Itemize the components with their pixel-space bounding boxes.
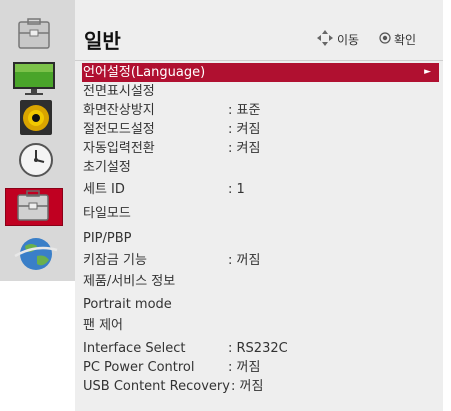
- menu-item-key-lock[interactable]: 키잠금 기능 : 꺼짐: [82, 251, 439, 270]
- menu-item-label: 전면표시설정: [83, 84, 155, 99]
- menu-item-usb-content-recovery[interactable]: USB Content Recovery : 꺼짐: [82, 377, 439, 396]
- sidebar-item-picture[interactable]: [7, 60, 63, 96]
- move-hint: 이동: [337, 33, 360, 47]
- menu-item-value: : 표준: [228, 103, 261, 118]
- menu-item-label: 자동입력전환: [83, 141, 155, 156]
- menu-item-value: : 꺼짐: [228, 360, 261, 375]
- menu-item-label: PC Power Control: [83, 360, 195, 375]
- menu-item-label: 세트 ID: [83, 182, 125, 197]
- menu-item-value: : 켜짐: [228, 122, 261, 137]
- clock-icon: [19, 143, 53, 177]
- menu-item-screen-protection[interactable]: 화면잔상방지 : 표준: [82, 101, 439, 120]
- sidebar-item-audio[interactable]: [7, 100, 63, 136]
- menu-item-front-display[interactable]: 전면표시설정: [82, 82, 439, 101]
- speaker-icon: [20, 100, 52, 135]
- menu-item-label: 절전모드설정: [83, 122, 155, 137]
- submenu-arrow-icon: ►: [424, 67, 431, 77]
- menu-item-product-info[interactable]: 제품/서비스 정보: [82, 272, 439, 291]
- toolbox-icon: [17, 190, 49, 221]
- menu-item-set-id[interactable]: 세트 ID : 1: [82, 180, 439, 199]
- menu-item-value: : 1: [228, 182, 245, 197]
- category-sidebar: [0, 0, 76, 281]
- menu-item-label: 타일모드: [83, 206, 131, 221]
- panel-header: 일반 이동 확인: [75, 0, 443, 61]
- confirm-hint: 확인: [394, 33, 417, 47]
- menu-item-label: 초기설정: [83, 160, 131, 175]
- menu-item-reset[interactable]: 초기설정: [82, 158, 439, 177]
- menu-item-value: : RS232C: [228, 341, 288, 356]
- menu-item-value: : 꺼짐: [231, 379, 264, 394]
- menu-item-label: Interface Select: [83, 341, 186, 356]
- menu-item-value: : 꺼짐: [228, 253, 261, 268]
- sidebar-item-network[interactable]: [7, 236, 63, 272]
- menu-item-value: : 켜짐: [228, 141, 261, 156]
- sidebar-item-general[interactable]: [7, 18, 63, 54]
- ok-button-icon: [379, 32, 391, 44]
- menu-item-label: 팬 제어: [83, 318, 124, 333]
- menu-item-label: Portrait mode: [83, 297, 172, 312]
- sidebar-item-general-active[interactable]: [5, 188, 63, 226]
- menu-item-fan-control[interactable]: 팬 제어: [82, 316, 439, 335]
- general-settings-panel: 일반 이동 확인 언어설정(Language) ► 전면표시설정 화면잔상방지 …: [75, 0, 443, 411]
- sidebar-item-time[interactable]: [7, 142, 63, 178]
- menu-item-tile-mode[interactable]: 타일모드: [82, 204, 439, 223]
- menu-item-label: 언어설정(Language): [83, 65, 206, 80]
- monitor-icon: [13, 62, 55, 95]
- menu-item-auto-input[interactable]: 자동입력전환 : 켜짐: [82, 139, 439, 158]
- page-title: 일반: [84, 29, 121, 53]
- menu-item-interface-select[interactable]: Interface Select : RS232C: [82, 339, 439, 358]
- menu-item-label: PIP/PBP: [83, 231, 132, 246]
- menu-item-label: USB Content Recovery: [83, 379, 230, 394]
- menu-item-label: 화면잔상방지: [83, 103, 155, 118]
- menu-item-language[interactable]: 언어설정(Language) ►: [82, 63, 439, 82]
- menu-item-portrait-mode[interactable]: Portrait mode: [82, 295, 439, 314]
- globe-icon: [14, 238, 58, 270]
- menu-item-power-saving[interactable]: 절전모드설정 : 켜짐: [82, 120, 439, 139]
- menu-item-pip-pbp[interactable]: PIP/PBP: [82, 229, 439, 248]
- navigation-arrows-icon: [317, 30, 333, 46]
- menu-item-pc-power-control[interactable]: PC Power Control : 꺼짐: [82, 358, 439, 377]
- toolbox-icon: [18, 18, 50, 49]
- menu-item-label: 제품/서비스 정보: [83, 274, 176, 289]
- menu-item-label: 키잠금 기능: [83, 253, 147, 268]
